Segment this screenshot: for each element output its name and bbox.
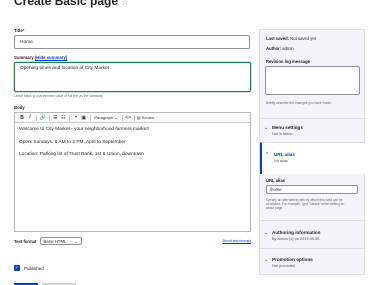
url-alias-section[interactable]: ^ URL alias No alias <box>260 142 366 174</box>
editor-paragraph: Welcome to City Market - your neighborho… <box>19 127 150 132</box>
revision-label: Revision log message <box>266 59 310 64</box>
promotion-section[interactable]: ⌄ Promotion options Not promoted <box>260 248 366 276</box>
heading-dropdown[interactable]: Paragraph ⌄ <box>94 115 117 120</box>
title-input[interactable]: Home <box>14 35 250 49</box>
text-format-row: Text format Basic HTML ⌄ About text forma… <box>14 237 251 245</box>
url-alias-input[interactable]: /home <box>266 185 358 194</box>
toolbar-divider <box>69 114 70 121</box>
editor-toolbar: B I 🔗 ☰ ☷ ❝ ▣ Paragraph ⌄ <> ▤ Source <box>15 113 250 123</box>
author: Author: admin <box>266 46 294 51</box>
toolbar-divider <box>48 114 50 121</box>
bulleted-list-button[interactable]: ☰ <box>51 115 59 121</box>
url-alias-title: URL alias <box>274 152 295 157</box>
bold-button[interactable]: B <box>18 115 26 121</box>
page-title: Create Basic page ☆ <box>14 0 129 8</box>
chevron-down-icon: ⌄ <box>264 125 269 131</box>
last-saved: Last saved: Not saved yet <box>266 36 316 41</box>
numbered-list-button[interactable]: ☷ <box>59 115 67 121</box>
italic-button[interactable]: I <box>26 115 34 120</box>
revision-description: Briefly describe the changes you have ma… <box>266 101 332 105</box>
menu-settings-title: Menu settings <box>272 125 303 130</box>
authoring-title: Authoring information <box>272 230 321 235</box>
chevron-down-icon: ⌄ <box>73 238 78 244</box>
toolbar-divider <box>134 114 135 121</box>
text-format-select[interactable]: Basic HTML ⌄ <box>39 237 82 245</box>
chevron-up-icon: ^ <box>266 152 269 158</box>
toolbar-divider <box>89 114 91 121</box>
url-alias-field-label: URL alias <box>266 178 286 183</box>
star-icon[interactable]: ☆ <box>121 0 129 7</box>
authoring-section[interactable]: ⌄ Authoring information By admin (1) on … <box>260 220 366 248</box>
image-button[interactable]: ▣ <box>80 115 88 121</box>
chevron-down-icon: ⌄ <box>264 230 269 236</box>
url-alias-summary: No alias <box>274 159 288 163</box>
menu-settings-section[interactable]: ⌄ Menu settings Not in menu <box>260 118 366 142</box>
about-text-formats-link[interactable]: About text formats <box>223 239 251 243</box>
promotion-title: Promotion options <box>272 257 313 262</box>
editor-paragraph: Location: Parking lot of Trust Bank, 1st… <box>19 152 144 157</box>
editor-paragraph: Open: Sundays, 9 AM to 2 PM, April to Se… <box>19 139 126 145</box>
authoring-summary: By admin (1) on 2019-08-30 <box>272 237 320 241</box>
editor-content[interactable]: Welcome to City Market - your neighborho… <box>15 123 250 169</box>
text-format-label: Text format <box>14 238 37 244</box>
menu-settings-summary: Not in menu <box>272 132 293 136</box>
revision-log-textarea[interactable] <box>265 66 360 95</box>
source-icon: ▤ <box>136 115 141 120</box>
hide-summary-link[interactable]: (Hide summary) <box>35 55 67 60</box>
summary-textarea[interactable]: Opening times and location of City Marke… <box>14 62 251 92</box>
code-block-button[interactable]: <> <box>124 115 132 121</box>
toolbar-divider <box>36 114 37 121</box>
link-button[interactable]: 🔗 <box>39 115 47 121</box>
toolbar-divider <box>121 114 123 121</box>
url-alias-description-line: about page. <box>266 206 284 210</box>
meta-sidebar: Last saved: Not saved yet Author: admin … <box>259 29 366 276</box>
chevron-down-icon: ⌄ <box>114 115 118 120</box>
blockquote-button[interactable]: ❝ <box>72 115 80 121</box>
checkbox-checked-icon[interactable]: ✓ <box>14 265 20 271</box>
source-button[interactable]: ▤ Source <box>137 115 155 120</box>
published-label: Published <box>24 265 44 271</box>
chevron-down-icon: ⌄ <box>264 257 269 263</box>
summary-description: Leave blank to use trimmed value of full… <box>14 94 104 98</box>
body-label: Body <box>14 105 25 110</box>
summary-label: Summary (Hide summary) <box>14 55 68 60</box>
body-editor[interactable]: B I 🔗 ☰ ☷ ❝ ▣ Paragraph ⌄ <> ▤ Source We… <box>14 112 251 232</box>
promotion-summary: Not promoted <box>272 264 296 268</box>
title-label: Title* <box>14 28 25 33</box>
published-checkbox-row[interactable]: ✓ Published <box>14 265 44 271</box>
